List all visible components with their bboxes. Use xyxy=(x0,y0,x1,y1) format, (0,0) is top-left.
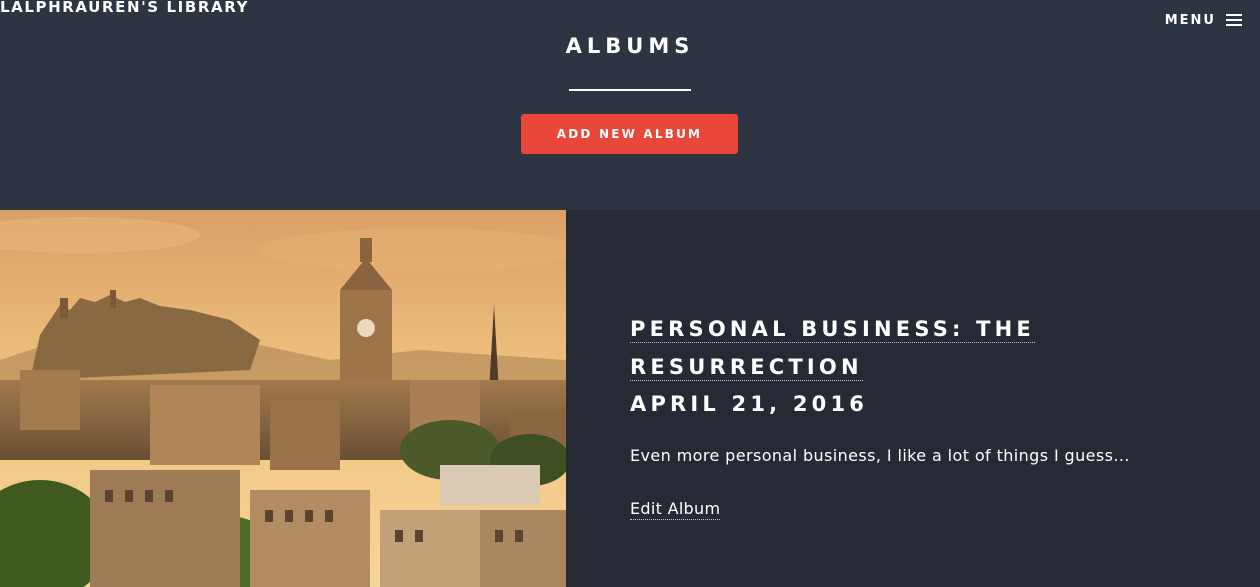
album-details: PERSONAL BUSINESS: THE RESURRECTION APRI… xyxy=(630,310,1190,520)
title-divider xyxy=(569,89,691,91)
add-new-album-button[interactable]: ADD NEW ALBUM xyxy=(521,114,738,154)
album-title-link[interactable]: PERSONAL BUSINESS: THE RESURRECTION xyxy=(630,317,1035,381)
hamburger-menu-icon xyxy=(1226,14,1242,27)
album-description: Even more personal business, I like a lo… xyxy=(630,446,1130,465)
album-card: PERSONAL BUSINESS: THE RESURRECTION APRI… xyxy=(0,210,1260,587)
page-title: ALBUMS xyxy=(565,34,695,58)
album-cover-image[interactable] xyxy=(0,210,566,587)
menu-label: MENU xyxy=(1164,13,1216,28)
edit-album-link[interactable]: Edit Album xyxy=(630,499,721,520)
site-title[interactable]: LALPHRAUREN'S LIBRARY xyxy=(0,0,249,16)
album-date: APRIL 21, 2016 xyxy=(630,392,869,416)
album-title: PERSONAL BUSINESS: THE RESURRECTION xyxy=(630,310,1190,386)
menu-button[interactable]: MENU xyxy=(1165,13,1242,28)
